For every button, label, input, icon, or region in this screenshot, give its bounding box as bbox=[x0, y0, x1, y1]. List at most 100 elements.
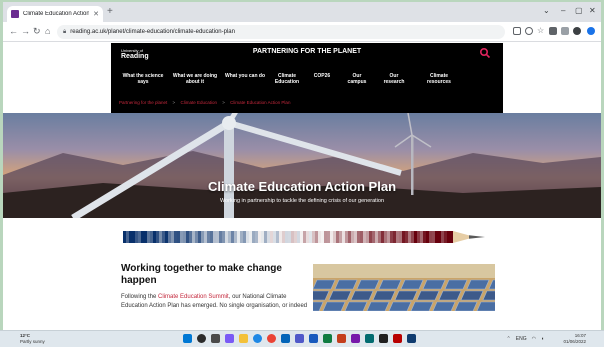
zoom-icon[interactable] bbox=[525, 27, 533, 35]
minimize-icon[interactable]: – bbox=[561, 6, 565, 15]
climate-summit-link[interactable]: Climate Education Summit bbox=[158, 294, 229, 300]
lock-icon: 🔒︎ bbox=[63, 28, 67, 35]
bookmark-star-icon[interactable]: ☆ bbox=[537, 27, 545, 35]
solar-panel bbox=[454, 301, 478, 311]
nav-item-you-can-do[interactable]: What you can do bbox=[225, 73, 265, 85]
pencil-stripe bbox=[333, 231, 337, 243]
language-indicator[interactable]: ENG bbox=[516, 336, 527, 342]
excel-icon[interactable] bbox=[323, 334, 332, 343]
system-tray: ⌃ ENG ◠ ◖ bbox=[507, 336, 544, 342]
nav-item-research[interactable]: Our research bbox=[379, 73, 409, 85]
breadcrumb-item-current: Climate Education Action Plan bbox=[230, 100, 291, 105]
pencil-stripe bbox=[258, 231, 262, 243]
search-icon[interactable] bbox=[197, 334, 206, 343]
pencil-stripe bbox=[291, 231, 295, 243]
file-explorer-icon[interactable] bbox=[239, 334, 248, 343]
share-icon[interactable] bbox=[513, 27, 521, 35]
address-bar[interactable]: 🔒︎ reading.ac.uk/planet/climate-educatio… bbox=[57, 25, 505, 39]
terminal-icon[interactable] bbox=[379, 334, 388, 343]
solar-panel bbox=[438, 290, 462, 301]
powerpoint-icon[interactable] bbox=[337, 334, 346, 343]
pencil-stripe bbox=[252, 231, 256, 243]
tray-chevron-icon[interactable]: ⌃ bbox=[507, 336, 511, 342]
pencil-stripe bbox=[279, 231, 283, 243]
extensions-icon[interactable] bbox=[549, 27, 557, 35]
pencil-stripe bbox=[390, 231, 394, 243]
pencil-stripe bbox=[402, 231, 406, 243]
mail-icon[interactable] bbox=[281, 334, 290, 343]
maximize-icon[interactable]: ▢ bbox=[575, 6, 583, 15]
nav-item-cop26[interactable]: COP26 bbox=[309, 73, 335, 85]
widgets-icon[interactable] bbox=[225, 334, 234, 343]
nav-item-climate-education[interactable]: Climate Education bbox=[271, 73, 303, 85]
pencil-stripe bbox=[165, 231, 169, 243]
word-icon[interactable] bbox=[309, 334, 318, 343]
pencil-stripe bbox=[222, 231, 226, 243]
pencil-stripe bbox=[219, 231, 223, 243]
close-window-icon[interactable]: ✕ bbox=[589, 6, 596, 15]
pencil-stripe bbox=[369, 231, 373, 243]
weather-widget[interactable]: 12°C Partly sunny bbox=[20, 333, 45, 345]
tab-search-icon[interactable]: ⌄ bbox=[543, 6, 550, 15]
menu-icon[interactable] bbox=[587, 27, 595, 35]
pencil-stripe bbox=[318, 231, 322, 243]
pencil-stripe bbox=[246, 231, 250, 243]
nav-item-science[interactable]: What the science says bbox=[119, 73, 167, 85]
pencil-stripe bbox=[396, 231, 400, 243]
nav-item-resources[interactable]: Climate resources bbox=[421, 73, 457, 85]
back-icon[interactable]: ← bbox=[9, 26, 18, 36]
clock[interactable]: 16:07 01/06/2022 bbox=[563, 333, 586, 345]
pencil-stripe bbox=[153, 231, 157, 243]
pencil-stripe bbox=[255, 231, 259, 243]
pencil-stripe bbox=[327, 231, 331, 243]
pencil-stripe bbox=[342, 231, 346, 243]
start-icon[interactable] bbox=[183, 334, 192, 343]
section-heading: Working together to make change happen bbox=[121, 263, 282, 286]
pencil-stripe bbox=[432, 231, 436, 243]
pencil-stripe bbox=[177, 231, 181, 243]
close-tab-icon[interactable]: ✕ bbox=[93, 10, 99, 18]
acrobat-icon[interactable] bbox=[393, 334, 402, 343]
pencil-stripe bbox=[189, 231, 193, 243]
pencil-stripe bbox=[276, 231, 280, 243]
pencil-stripe bbox=[372, 231, 376, 243]
pencil-stripe bbox=[312, 231, 316, 243]
teams-icon[interactable] bbox=[295, 334, 304, 343]
solar-panel bbox=[422, 279, 446, 290]
sidebar-icon[interactable] bbox=[561, 27, 569, 35]
pencil-stripe bbox=[420, 231, 424, 243]
home-icon[interactable]: ⌂ bbox=[45, 26, 50, 36]
nav-item-doing[interactable]: What we are doing about it bbox=[171, 73, 219, 85]
reload-icon[interactable]: ↻ bbox=[33, 26, 41, 36]
app-icon[interactable] bbox=[407, 334, 416, 343]
solar-panel bbox=[444, 279, 468, 290]
chrome-icon[interactable] bbox=[267, 334, 276, 343]
solar-panel bbox=[334, 279, 358, 290]
pencil-stripe bbox=[285, 231, 289, 243]
sharepoint-icon[interactable] bbox=[365, 334, 374, 343]
breadcrumb-item[interactable]: Partnering for the planet bbox=[119, 100, 167, 105]
pencil-stripe bbox=[147, 231, 151, 243]
pencil-stripe bbox=[282, 231, 286, 243]
url-text: reading.ac.uk/planet/climate-education/c… bbox=[70, 29, 235, 35]
hero-title: Climate Education Action Plan bbox=[207, 179, 397, 194]
search-icon[interactable] bbox=[479, 47, 491, 59]
profile-avatar[interactable] bbox=[573, 27, 581, 35]
edge-icon[interactable] bbox=[253, 334, 262, 343]
task-view-icon[interactable] bbox=[211, 334, 220, 343]
forward-icon[interactable]: → bbox=[21, 26, 30, 36]
wifi-icon[interactable]: ◠ bbox=[532, 336, 536, 342]
new-tab-icon[interactable]: + bbox=[107, 7, 113, 17]
onenote-icon[interactable] bbox=[351, 334, 360, 343]
nav-item-campus[interactable]: Our campus bbox=[343, 73, 371, 85]
breadcrumb-item[interactable]: Climate Education bbox=[180, 100, 217, 105]
browser-tab[interactable]: Climate Education Action Plan ✕ bbox=[7, 6, 103, 22]
volume-icon[interactable]: ◖ bbox=[541, 336, 544, 342]
pencil-stripe bbox=[300, 231, 304, 243]
pencil-stripe bbox=[180, 231, 184, 243]
pencil-stripe bbox=[324, 231, 328, 243]
solar-panel bbox=[416, 290, 440, 301]
pencil-stripe bbox=[351, 231, 355, 243]
pencil-stripe bbox=[294, 231, 298, 243]
windows-taskbar: 12°C Partly sunny ⌃ ENG ◠ ◖ 16:07 01/06/… bbox=[0, 330, 604, 347]
